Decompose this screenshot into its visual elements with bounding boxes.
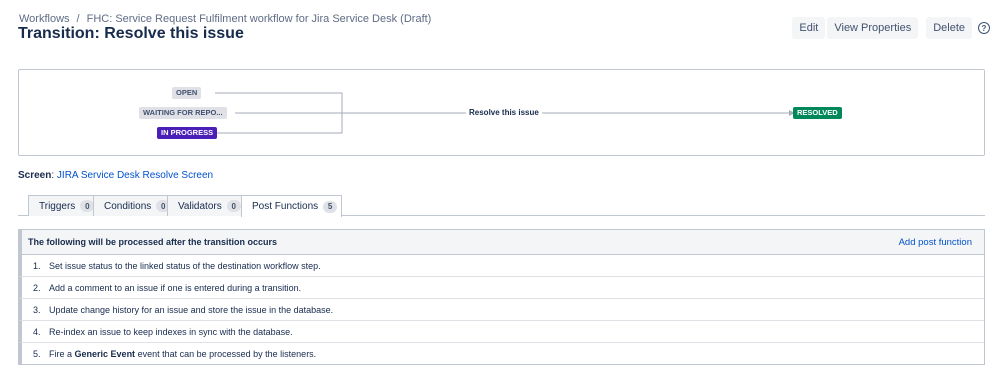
tab-post-functions-count: 5: [323, 200, 338, 213]
post-function-number: 5.: [33, 349, 41, 359]
delete-button[interactable]: Delete: [926, 17, 972, 39]
post-function-text-prefix: Fire a: [49, 349, 73, 359]
post-function-text: Set issue status to the linked status of…: [49, 260, 321, 271]
transition-label[interactable]: Resolve this issue: [466, 108, 542, 118]
status-open[interactable]: OPEN: [172, 87, 202, 99]
post-function-number: 2.: [33, 282, 41, 293]
post-functions-header-text: The following will be processed after th…: [28, 237, 278, 247]
post-functions-header: The following will be processed after th…: [19, 230, 984, 255]
post-function-row[interactable]: 3. Update change history for an issue an…: [19, 299, 984, 321]
generic-event-name: Generic Event: [74, 349, 136, 359]
tab-validators-label: Validators: [178, 200, 222, 212]
transition-diagram: OPEN WAITING FOR REPO... IN PROGRESS Res…: [18, 69, 985, 156]
post-function-number: 1.: [33, 260, 41, 271]
page-actions: Edit View Properties Delete ?: [790, 17, 990, 39]
screen-label: Screen: [18, 170, 52, 181]
breadcrumb-separator: /: [76, 13, 80, 25]
breadcrumb: Workflows / FHC: Service Request Fulfilmen…: [19, 13, 431, 25]
help-icon[interactable]: ?: [978, 22, 990, 34]
breadcrumb-workflow-link[interactable]: FHC: Service Request Fulfilment workflow…: [87, 13, 432, 25]
post-function-row[interactable]: 5. Fire a Generic Event event that can b…: [19, 343, 984, 365]
post-function-text: Re-index an issue to keep indexes in syn…: [49, 326, 293, 337]
add-post-function-link[interactable]: Add post function: [899, 237, 972, 248]
post-function-text: Update change history for an issue and s…: [49, 304, 334, 315]
tab-validators[interactable]: Validators 0: [167, 195, 246, 216]
post-function-number: 3.: [33, 304, 41, 315]
edit-button[interactable]: Edit: [792, 17, 826, 39]
status-in-progress[interactable]: IN PROGRESS: [157, 127, 218, 139]
breadcrumb-workflows-link[interactable]: Workflows: [19, 13, 70, 25]
tab-post-functions-label: Post Functions: [252, 201, 319, 212]
post-functions-panel: The following will be processed after th…: [18, 229, 985, 365]
post-function-text-suffix: event that can be processed by the liste…: [137, 349, 317, 359]
transition-tabs: Triggers 0 Conditions 0 Validators 0 Pos…: [18, 195, 985, 217]
screen-link[interactable]: JIRA Service Desk Resolve Screen: [57, 170, 213, 181]
tab-validators-count: 0: [226, 200, 241, 212]
post-function-row[interactable]: 2. Add a comment to an issue if one is e…: [19, 277, 984, 299]
page-title: Transition: Resolve this issue: [18, 25, 244, 42]
tab-triggers-label: Triggers: [39, 200, 76, 212]
post-function-text: Add a comment to an issue if one is ente…: [49, 282, 302, 293]
status-waiting-for-reporter[interactable]: WAITING FOR REPO...: [139, 107, 227, 119]
post-function-row[interactable]: 1. Set issue status to the linked status…: [19, 255, 984, 277]
status-resolved[interactable]: RESOLVED: [793, 107, 842, 119]
post-function-number: 4.: [33, 326, 41, 337]
screen-info: Screen: JIRA Service Desk Resolve Screen: [18, 170, 214, 181]
tab-conditions[interactable]: Conditions 0: [93, 195, 176, 216]
tab-conditions-label: Conditions: [104, 200, 152, 212]
tab-post-functions[interactable]: Post Functions 5: [241, 195, 343, 217]
view-properties-button[interactable]: View Properties: [827, 17, 919, 39]
post-function-row[interactable]: 4. Re-index an issue to keep indexes in …: [19, 321, 984, 343]
tab-triggers[interactable]: Triggers 0: [28, 195, 100, 216]
